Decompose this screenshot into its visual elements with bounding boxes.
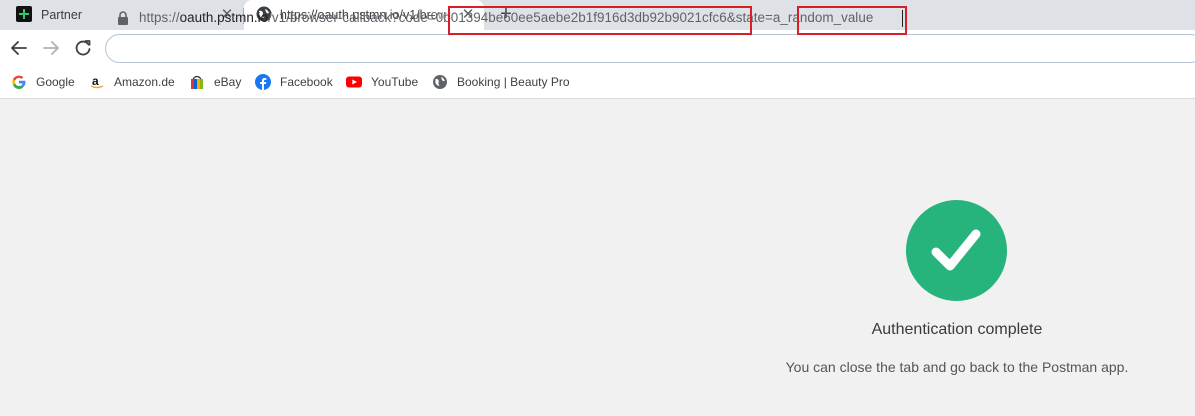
- bookmark-label: eBay: [214, 75, 242, 89]
- page-title: Authentication complete: [871, 321, 1043, 338]
- amazon-icon: a: [90, 74, 104, 89]
- ebay-icon: [191, 75, 203, 89]
- page-message: You can close the tab and go back to the…: [785, 359, 1129, 375]
- page-content: Authentication complete You can close th…: [0, 99, 1195, 416]
- google-icon: [12, 75, 26, 89]
- reload-icon[interactable]: [73, 38, 93, 58]
- plus-square-icon: [16, 6, 32, 22]
- bookmark-facebook[interactable]: Facebook: [255, 74, 333, 90]
- bookmark-google[interactable]: Google: [11, 74, 75, 90]
- bookmark-ebay[interactable]: eBay: [189, 74, 241, 90]
- browser-toolbar: [0, 30, 1195, 67]
- bookmark-booking[interactable]: Booking | Beauty Pro: [432, 74, 570, 90]
- code-highlight-box: [448, 6, 752, 35]
- bookmark-label: Google: [36, 75, 75, 89]
- globe-icon: [433, 75, 447, 89]
- lock-icon[interactable]: [117, 11, 129, 25]
- youtube-icon: [346, 76, 362, 88]
- bookmark-label: YouTube: [371, 75, 419, 89]
- bookmark-amazon[interactable]: a Amazon.de: [89, 74, 175, 90]
- bookmark-youtube[interactable]: YouTube: [346, 74, 418, 90]
- url-host: oauth.pstmn.io: [179, 10, 269, 25]
- success-checkmark-badge: [906, 200, 1007, 301]
- bookmarks-bar: Google a Amazon.de eBay Facebook YouTube: [0, 67, 1195, 99]
- bookmark-label: Facebook: [280, 75, 333, 89]
- url-scheme: https://: [139, 10, 180, 25]
- url-path: /v1/browser-callback?code=: [268, 10, 436, 25]
- back-arrow-icon[interactable]: [9, 38, 29, 58]
- bookmark-label: Amazon.de: [114, 75, 175, 89]
- svg-text:a: a: [92, 74, 99, 88]
- bookmark-label: Booking | Beauty Pro: [457, 75, 570, 89]
- facebook-icon: [255, 74, 271, 90]
- checkmark-icon: [931, 229, 981, 271]
- address-bar[interactable]: [105, 34, 1195, 63]
- forward-arrow-icon[interactable]: [41, 38, 61, 58]
- state-highlight-box: [797, 6, 907, 35]
